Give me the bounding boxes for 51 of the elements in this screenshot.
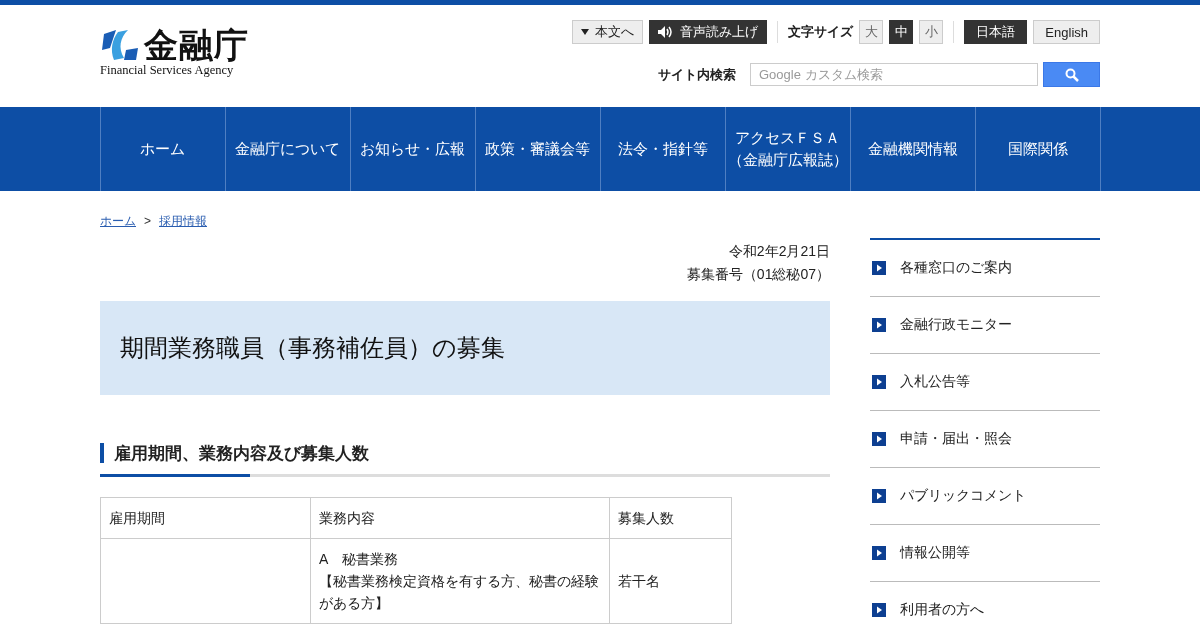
breadcrumb-link[interactable]: ホーム xyxy=(100,212,136,230)
nav-item[interactable]: 金融機関情報 xyxy=(850,107,976,191)
page-title: 期間業務職員（事務補佐員）の募集 xyxy=(100,301,830,395)
sidebar-link[interactable]: 情報公開等 xyxy=(870,525,1100,582)
nav-item[interactable]: アクセスＦＳＡ （金融庁広報誌） xyxy=(725,107,851,191)
nav-item[interactable]: お知らせ・広報 xyxy=(350,107,476,191)
table-cell: A 秘書業務 【秘書業務検定資格を有する方、秘書の経験がある方】 xyxy=(310,538,610,624)
sidebar-link[interactable]: 各種窓口のご案内 xyxy=(870,240,1100,297)
table-header-cell: 業務内容 xyxy=(310,497,610,539)
sidebar-link[interactable]: パブリックコメント xyxy=(870,468,1100,525)
agency-logo-name: 金融庁 xyxy=(144,25,249,65)
caret-icon xyxy=(581,29,590,35)
sidebar-link[interactable]: 入札公告等 xyxy=(870,354,1100,411)
nav-item[interactable]: 政策・審議会等 xyxy=(475,107,601,191)
arrow-square-icon xyxy=(872,432,886,446)
nav-item[interactable]: ホーム xyxy=(100,107,226,191)
sidebar-link[interactable]: 申請・届出・照会 xyxy=(870,411,1100,468)
font-size-label: 文字サイズ xyxy=(788,23,854,41)
arrow-square-icon xyxy=(872,261,886,275)
arrow-square-icon xyxy=(872,603,886,617)
search-button[interactable] xyxy=(1043,62,1100,87)
section-heading: 雇用期間、業務内容及び募集人数 xyxy=(100,443,369,463)
recruitment-number: 募集番号（01総秘07） xyxy=(685,265,830,284)
publication-date: 令和2年2月21日 xyxy=(727,242,830,261)
font-size-button[interactable]: 大 xyxy=(859,20,884,44)
read-aloud-button[interactable]: 音声読み上げ xyxy=(649,20,768,44)
arrow-square-icon xyxy=(872,318,886,332)
nav-item[interactable]: 国際関係 xyxy=(975,107,1101,191)
breadcrumb-link[interactable]: 採用情報 xyxy=(159,212,207,230)
agency-logo-icon xyxy=(100,28,140,62)
sidebar-link[interactable]: 利用者の方へ xyxy=(870,582,1100,630)
breadcrumb-separator: > xyxy=(144,214,151,228)
nav-item[interactable]: 法令・指針等 xyxy=(600,107,726,191)
language-button[interactable]: English xyxy=(1033,20,1100,44)
skip-to-content-button[interactable]: 本文へ xyxy=(572,20,644,44)
language-button[interactable]: 日本語 xyxy=(964,20,1028,44)
table-header-cell: 募集人数 xyxy=(609,497,732,539)
speaker-icon xyxy=(658,26,675,38)
nav-item[interactable]: 金融庁について xyxy=(225,107,351,191)
font-size-button[interactable]: 小 xyxy=(919,20,944,44)
table-header-cell: 雇用期間 xyxy=(100,497,311,539)
sidebar-link[interactable]: 金融行政モニター xyxy=(870,297,1100,354)
search-icon xyxy=(1064,67,1079,82)
search-field[interactable]: Google カスタム検索 xyxy=(750,63,1038,86)
table-cell: 若干名 xyxy=(609,538,732,624)
font-size-button[interactable]: 中 xyxy=(889,20,914,44)
site-search-label: サイト内検索 xyxy=(658,65,736,84)
arrow-square-icon xyxy=(872,546,886,560)
arrow-square-icon xyxy=(872,375,886,389)
arrow-square-icon xyxy=(872,489,886,503)
agency-logo-subtitle: Financial Services Agency xyxy=(100,63,235,78)
